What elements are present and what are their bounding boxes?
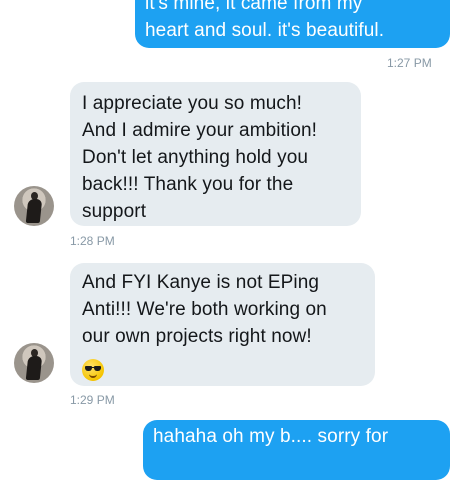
incoming-message-bubble[interactable]: And FYI Kanye is not EPing Anti!!! We're… — [70, 263, 375, 386]
message-text-line: our own projects right now! — [82, 326, 312, 347]
avatar[interactable] — [14, 343, 54, 383]
emoji-line — [82, 356, 375, 383]
avatar[interactable] — [14, 186, 54, 226]
message-text-line: it's mine, it came from my — [145, 0, 363, 14]
outgoing-message-bubble[interactable]: hahaha oh my b.... sorry for — [143, 420, 450, 480]
avatar-figure — [25, 356, 43, 380]
avatar-figure — [25, 199, 43, 223]
message-text-line: back!!! Thank you for the — [82, 174, 294, 195]
message-timestamp: 1:29 PM — [70, 393, 115, 407]
message-text-line: Anti!!! We're both working on — [82, 299, 327, 320]
message-text-line: And I admire your ambition! — [82, 120, 318, 141]
sunglasses-emoji-icon — [82, 358, 104, 381]
message-text-line: And FYI Kanye is not EPing — [82, 272, 320, 293]
message-text-line: I appreciate you so much! — [82, 93, 303, 114]
message-text-line: Don't let anything hold you — [82, 147, 309, 168]
message-text-line: heart and soul. it's beautiful. — [145, 20, 385, 41]
message-text-line: support — [82, 201, 147, 222]
message-timestamp: 1:27 PM — [387, 56, 432, 70]
message-text-line: hahaha oh my b.... sorry for — [153, 426, 389, 447]
outgoing-message-bubble[interactable]: it's mine, it came from my heart and sou… — [135, 0, 450, 48]
message-timestamp: 1:28 PM — [70, 234, 115, 248]
incoming-message-bubble[interactable]: I appreciate you so much! And I admire y… — [70, 82, 361, 226]
